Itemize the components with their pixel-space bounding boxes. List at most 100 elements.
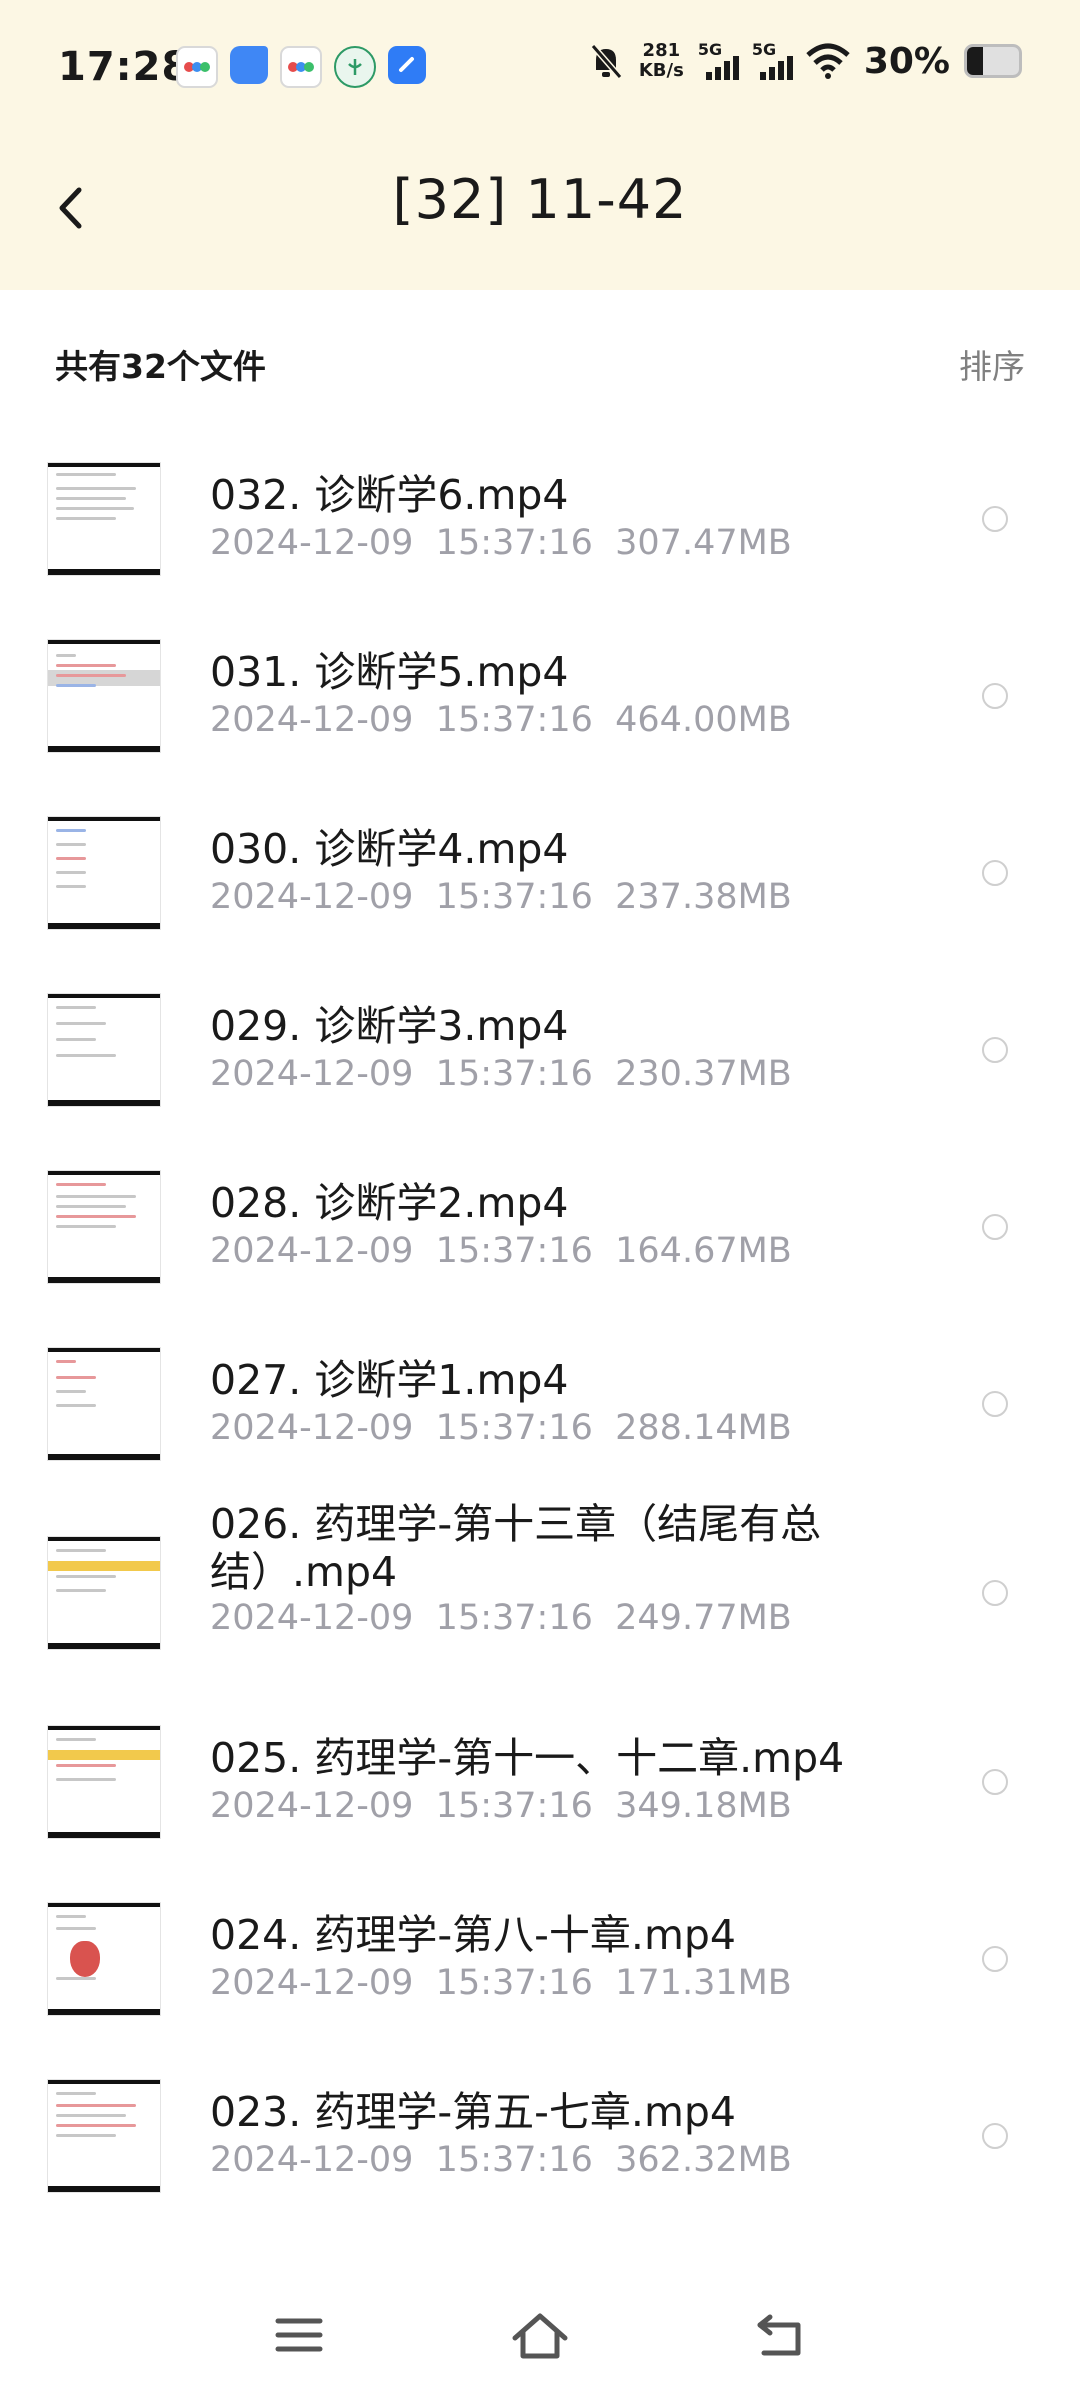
file-date: 2024-12-09 [210,522,414,563]
file-meta: 2024-12-09 15:37:16 362.32MB [210,2140,792,2180]
wifi-icon [806,43,850,79]
file-row[interactable]: 032. 诊断学6.mp4 2024-12-09 15:37:16 307.47M… [0,430,1080,607]
blue-app-notification-icon [388,46,426,84]
file-meta: 2024-12-09 15:37:16 288.14MB [210,1408,792,1448]
select-checkbox[interactable] [982,2122,1008,2149]
file-meta: 2024-12-09 15:37:16 230.37MB [210,1054,792,1094]
file-meta: 2024-12-09 15:37:16 171.31MB [210,1963,792,2003]
home-button[interactable] [500,2300,580,2370]
network-speed-value: 281 [642,40,681,61]
file-row[interactable]: 027. 诊断学1.mp4 2024-12-09 15:37:16 288.14M… [0,1315,1080,1492]
file-time: 15:37:16 [435,1598,593,1638]
video-thumbnail [48,816,160,929]
file-name: 032. 诊断学6.mp4 [210,470,569,519]
file-size: 171.31MB [615,1962,792,2003]
file-list: 032. 诊断学6.mp4 2024-12-09 15:37:16 307.47M… [0,430,1080,2224]
file-meta: 2024-12-09 15:37:16 237.38MB [210,877,792,917]
file-meta: 2024-12-09 15:37:16 307.47MB [210,523,792,563]
battery-icon [964,44,1022,78]
navigation-bar [0,2270,1080,2400]
file-time: 15:37:16 [435,699,593,740]
file-date: 2024-12-09 [210,1598,414,1638]
file-time: 15:37:16 [435,1962,593,2003]
file-row[interactable]: 029. 诊断学3.mp4 2024-12-09 15:37:16 230.37M… [0,961,1080,1138]
file-size: 237.38MB [615,876,792,917]
file-size: 249.77MB [615,1598,792,1638]
file-time: 15:37:16 [435,522,593,563]
file-row[interactable]: 024. 药理学-第八-十章.mp4 2024-12-09 15:37:16 17… [0,1870,1080,2047]
file-date: 2024-12-09 [210,2139,414,2180]
status-time: 17:28 [58,44,191,90]
file-time: 15:37:16 [435,1230,593,1271]
file-name: 023. 药理学-第五-七章.mp4 [210,2087,736,2136]
back-button[interactable] [40,170,100,246]
file-time: 15:37:16 [435,1053,593,1094]
header-area: 17:28 281 KB/s 5G 5G 30% [32] 11-42 [0,0,1080,290]
signal-sim2-icon: 5G [752,40,793,82]
file-name: 031. 诊断学5.mp4 [210,647,569,696]
file-name: 025. 药理学-第十一、十二章.mp4 [210,1733,845,1782]
file-row[interactable]: 028. 诊断学2.mp4 2024-12-09 15:37:16 164.67M… [0,1138,1080,1315]
file-date: 2024-12-09 [210,1230,414,1271]
file-date: 2024-12-09 [210,1785,414,1826]
file-meta: 2024-12-09 15:37:16 464.00MB [210,700,792,740]
file-date: 2024-12-09 [210,1962,414,2003]
file-name: 028. 诊断学2.mp4 [210,1178,569,1227]
select-checkbox[interactable] [982,859,1008,886]
file-size: 464.00MB [615,699,792,740]
video-thumbnail [48,2079,160,2192]
video-thumbnail [48,1536,160,1649]
sort-button[interactable]: 排序 [959,340,1025,388]
file-row[interactable]: 031. 诊断学5.mp4 2024-12-09 15:37:16 464.00M… [0,607,1080,784]
file-time: 15:37:16 [435,1785,593,1826]
file-date: 2024-12-09 [210,1053,414,1094]
file-row[interactable]: 030. 诊断学4.mp4 2024-12-09 15:37:16 237.38M… [0,784,1080,961]
file-meta: 2024-12-09 15:37:16 164.67MB [210,1231,792,1271]
select-checkbox[interactable] [982,505,1008,532]
app-notification-icon [176,46,218,88]
select-checkbox[interactable] [982,1945,1008,1972]
select-checkbox[interactable] [982,1036,1008,1063]
file-size: 307.47MB [615,522,792,563]
notification-icons [176,46,426,88]
return-icon [757,2314,801,2356]
video-thumbnail [48,639,160,752]
menu-button[interactable] [259,2300,339,2370]
file-count: 共有32个文件 [55,347,266,386]
video-thumbnail [48,993,160,1106]
file-meta: 2024-12-09 15:37:16 249.77MB [210,1598,792,1638]
chevron-left-icon [59,187,82,229]
file-size: 362.32MB [615,2139,792,2180]
signal-sim1-icon: 5G [698,40,739,82]
file-size: 288.14MB [615,1407,792,1448]
app-notification-icon [280,46,322,88]
mute-bell-icon [590,44,623,79]
file-time: 15:37:16 [435,1407,593,1448]
file-name: 030. 诊断学4.mp4 [210,824,569,873]
file-name: 027. 诊断学1.mp4 [210,1355,569,1404]
cloud-drive-notification-icon [230,46,268,84]
file-row[interactable]: 023. 药理学-第五-七章.mp4 2024-12-09 15:37:16 36… [0,2047,1080,2224]
file-date: 2024-12-09 [210,876,414,917]
select-checkbox[interactable] [982,1213,1008,1240]
network-speed: 281 KB/s [639,41,684,81]
select-checkbox[interactable] [982,1390,1008,1417]
file-date: 2024-12-09 [210,1407,414,1448]
battery-percent: 30% [863,40,950,82]
select-checkbox[interactable] [982,682,1008,709]
page-title: [32] 11-42 [392,168,688,231]
file-size: 349.18MB [615,1785,792,1826]
file-name: 024. 药理学-第八-十章.mp4 [210,1910,736,1959]
select-checkbox[interactable] [982,1768,1008,1795]
network-speed-unit: KB/s [638,60,684,81]
green-app-notification-icon [334,46,376,88]
file-row[interactable]: 026. 药理学-第十三章（结尾有总结）.mp4 2024-12-09 15:37… [0,1492,1080,1693]
file-time: 15:37:16 [435,2139,593,2180]
file-row[interactable]: 025. 药理学-第十一、十二章.mp4 2024-12-09 15:37:16 … [0,1693,1080,1870]
file-time: 15:37:16 [435,876,593,917]
select-checkbox[interactable] [982,1579,1008,1606]
file-size: 230.37MB [615,1053,792,1094]
video-thumbnail [48,1170,160,1283]
battery-fill [967,47,983,75]
system-back-button[interactable] [740,2300,820,2370]
